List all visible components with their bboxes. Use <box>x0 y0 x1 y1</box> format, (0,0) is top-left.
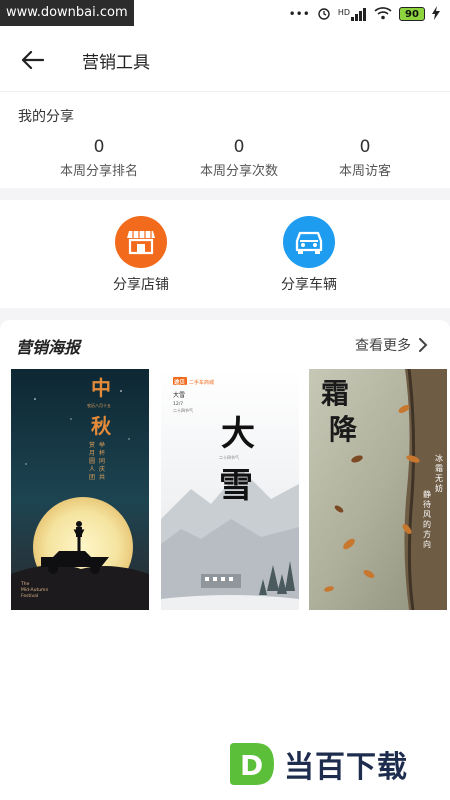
poster-heavy-snow[interactable]: 途贝 二手车商城 大雪 12/7 二十四节气 大 雪 二十四节气 <box>161 369 299 610</box>
share-store-label: 分享店铺 <box>113 277 169 293</box>
poster-1-footer-2: Mid-Autumn <box>21 587 48 593</box>
poster-1-footer-1: The <box>20 581 30 587</box>
page-title: 营销工具 <box>82 53 150 73</box>
view-more-link[interactable]: 查看更多 <box>355 335 428 355</box>
stat-visitors-value: 0 <box>359 137 371 157</box>
stat-rank-label: 本周分享排名 <box>59 164 138 179</box>
alarm-icon <box>317 6 331 23</box>
my-share-title: 我的分享 <box>18 109 74 125</box>
signal-icon: HD <box>337 7 367 21</box>
poster-2-badge-label: 二手车商城 <box>189 379 214 386</box>
hd-label: HD <box>337 7 350 17</box>
poster-mid-autumn[interactable]: 中 秋 农历八月十五 The Mid-Autumn Festival 举杯同庆共… <box>11 369 149 610</box>
marketing-posters-card: 营销海报 查看更多 中 秋 农历八月十五 The Mid-Autumn Fest… <box>0 320 450 800</box>
poster-1-char-2: 秋 <box>91 414 112 438</box>
share-car-button[interactable]: 分享车辆 <box>254 216 364 294</box>
share-store-button[interactable]: 分享店铺 <box>86 216 196 294</box>
poster-3-char-1: 霜 <box>321 377 349 410</box>
stat-share-count-label: 本周分享次数 <box>199 164 278 179</box>
logo-letter: D <box>240 749 263 782</box>
stat-rank-value: 0 <box>93 137 105 157</box>
poster-2-date-title: 大雪 <box>173 391 185 399</box>
stat-share-count-value: 0 <box>233 137 245 157</box>
status-bar: www.downbai.com ••• HD 90 <box>0 0 450 28</box>
watermark-text: 当百下载 <box>284 750 408 785</box>
wifi-icon <box>374 6 392 23</box>
poster-2-badge: 途贝 <box>174 378 186 386</box>
poster-2-date-sub: 二十四节气 <box>173 407 193 413</box>
battery-icon: 90 <box>399 7 425 21</box>
download-site-watermark: D 当百下载 <box>222 735 444 793</box>
poster-3-char-2: 降 <box>329 413 358 446</box>
site-watermark: www.downbai.com <box>0 0 134 26</box>
poster-2-char-1: 大 <box>221 414 255 454</box>
stat-rank[interactable]: 0 本周分享排名 <box>29 136 169 179</box>
stat-visitors-label: 本周访客 <box>338 164 391 179</box>
more-dots-icon: ••• <box>288 7 310 21</box>
share-actions-card: 分享店铺 分享车辆 <box>0 200 450 308</box>
back-button[interactable] <box>18 45 48 75</box>
poster-2-date-num: 12/7 <box>173 401 183 407</box>
app-header: 营销工具 <box>0 28 450 92</box>
stat-share-count[interactable]: 0 本周分享次数 <box>169 136 309 179</box>
arrow-left-icon <box>22 51 44 69</box>
downbai-logo-icon: D <box>230 743 274 785</box>
share-car-label: 分享车辆 <box>281 277 337 293</box>
posters-title: 营销海报 <box>16 338 81 357</box>
chevron-right-icon <box>419 338 428 352</box>
poster-1-small-top: 农历八月十五 <box>87 402 111 408</box>
poster-1-footer-3: Festival <box>21 593 38 599</box>
car-icon <box>283 216 335 268</box>
charging-icon <box>432 5 440 23</box>
poster-2-char-2: 雪 <box>219 466 253 506</box>
view-more-label: 查看更多 <box>355 338 411 354</box>
status-icons: ••• HD 90 <box>289 4 440 24</box>
store-icon <box>115 216 167 268</box>
poster-1-char-1: 中 <box>91 376 111 400</box>
poster-frost-descent[interactable]: 霜 降 冰霜无妨 静待风的方向 <box>309 369 447 610</box>
stat-visitors[interactable]: 0 本周访客 <box>295 136 435 179</box>
my-share-card: 我的分享 0 本周分享排名 0 本周分享次数 0 本周访客 <box>0 92 450 188</box>
poster-2-small-mid: 二十四节气 <box>219 454 239 460</box>
